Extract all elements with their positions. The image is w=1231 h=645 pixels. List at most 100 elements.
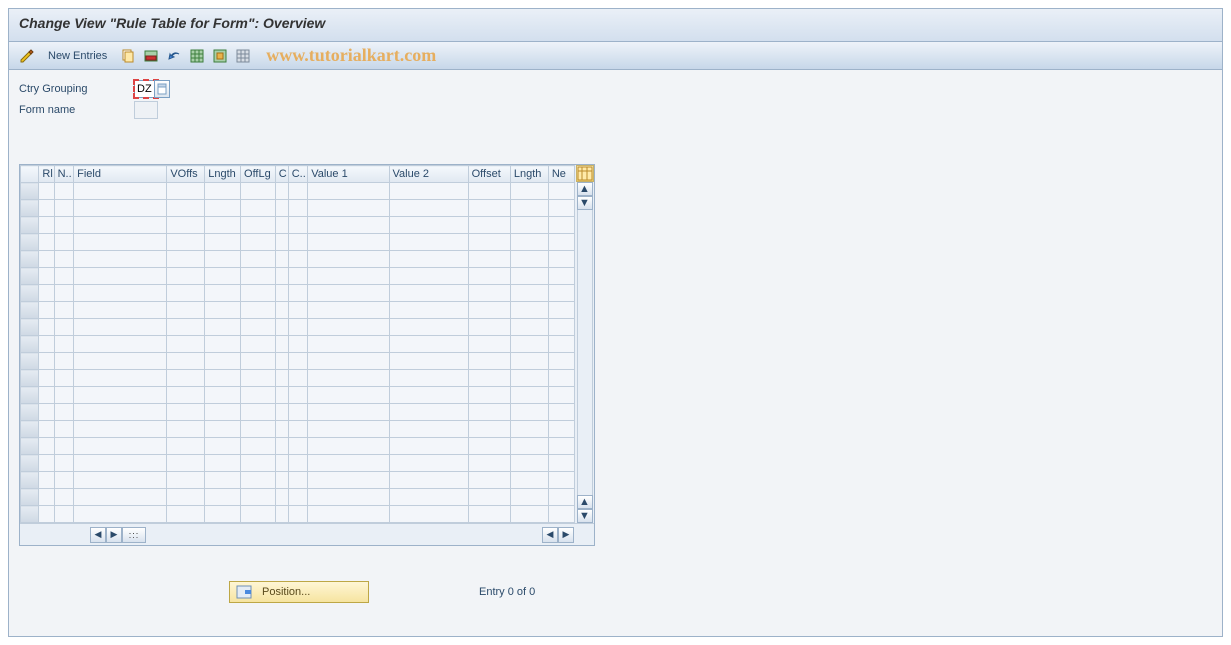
- grid-cell[interactable]: [205, 234, 241, 251]
- row-selector[interactable]: [21, 319, 39, 336]
- grid-cell[interactable]: [74, 183, 167, 200]
- grid-cell[interactable]: [167, 319, 205, 336]
- grid-cell[interactable]: [510, 183, 548, 200]
- grid-cell[interactable]: [288, 370, 308, 387]
- grid-cell[interactable]: [74, 336, 167, 353]
- grid-cell[interactable]: [39, 472, 54, 489]
- col-header[interactable]: C..: [288, 166, 308, 183]
- grid-cell[interactable]: [548, 472, 575, 489]
- grid-cell[interactable]: [548, 319, 575, 336]
- grid-cell[interactable]: [167, 268, 205, 285]
- table-settings-icon[interactable]: [576, 165, 594, 182]
- grid-cell[interactable]: [389, 370, 468, 387]
- row-selector[interactable]: [21, 302, 39, 319]
- grid-cell[interactable]: [39, 319, 54, 336]
- grid-cell[interactable]: [510, 285, 548, 302]
- grid-cell[interactable]: [308, 438, 389, 455]
- grid-cell[interactable]: [389, 285, 468, 302]
- grid-cell[interactable]: [241, 319, 276, 336]
- grid-cell[interactable]: [389, 183, 468, 200]
- grid-cell[interactable]: [167, 200, 205, 217]
- row-selector[interactable]: [21, 285, 39, 302]
- grid-cell[interactable]: [205, 336, 241, 353]
- grid-cell[interactable]: [167, 387, 205, 404]
- col-header[interactable]: C: [275, 166, 288, 183]
- grid-cell[interactable]: [389, 217, 468, 234]
- grid-cell[interactable]: [54, 268, 74, 285]
- grid-cell[interactable]: [167, 353, 205, 370]
- grid-cell[interactable]: [308, 387, 389, 404]
- scroll-up-step-icon[interactable]: ▲: [577, 495, 593, 509]
- scroll-right-icon[interactable]: ▶: [558, 527, 574, 543]
- grid-cell[interactable]: [167, 370, 205, 387]
- grid-cell[interactable]: [308, 251, 389, 268]
- grid-cell[interactable]: [54, 234, 74, 251]
- grid-cell[interactable]: [241, 421, 276, 438]
- grid-cell[interactable]: [74, 319, 167, 336]
- grid-cell[interactable]: [389, 472, 468, 489]
- grid-cell[interactable]: [74, 370, 167, 387]
- grid-cell[interactable]: [205, 285, 241, 302]
- grid-cell[interactable]: [54, 387, 74, 404]
- grid-cell[interactable]: [39, 404, 54, 421]
- grid-cell[interactable]: [275, 285, 288, 302]
- grid-cell[interactable]: [468, 489, 510, 506]
- grid-cell[interactable]: [205, 370, 241, 387]
- col-header[interactable]: Rl: [39, 166, 54, 183]
- grid-cell[interactable]: [74, 421, 167, 438]
- grid-cell[interactable]: [468, 421, 510, 438]
- grid-cell[interactable]: [468, 200, 510, 217]
- grid-cell[interactable]: [205, 421, 241, 438]
- col-header[interactable]: OffLg: [241, 166, 276, 183]
- scroll-right-step-icon[interactable]: ▶: [106, 527, 122, 543]
- grid-cell[interactable]: [389, 387, 468, 404]
- grid-cell[interactable]: [548, 302, 575, 319]
- grid-cell[interactable]: [167, 336, 205, 353]
- grid-cell[interactable]: [275, 268, 288, 285]
- grid-cell[interactable]: [167, 251, 205, 268]
- grid-cell[interactable]: [74, 404, 167, 421]
- grid-cell[interactable]: [389, 455, 468, 472]
- grid-cell[interactable]: [510, 455, 548, 472]
- row-selector[interactable]: [21, 438, 39, 455]
- grid-cell[interactable]: [308, 455, 389, 472]
- grid-cell[interactable]: [389, 319, 468, 336]
- grid-cell[interactable]: [288, 251, 308, 268]
- col-header[interactable]: Field: [74, 166, 167, 183]
- grid-cell[interactable]: [205, 319, 241, 336]
- grid-cell[interactable]: [39, 217, 54, 234]
- scroll-left-icon[interactable]: ◀: [90, 527, 106, 543]
- grid-cell[interactable]: [548, 251, 575, 268]
- grid-cell[interactable]: [308, 217, 389, 234]
- row-selector[interactable]: [21, 489, 39, 506]
- grid-cell[interactable]: [74, 217, 167, 234]
- grid-cell[interactable]: [241, 353, 276, 370]
- grid-cell[interactable]: [510, 217, 548, 234]
- grid-cell[interactable]: [548, 489, 575, 506]
- grid-cell[interactable]: [468, 285, 510, 302]
- grid-cell[interactable]: [74, 506, 167, 523]
- grid-cell[interactable]: [548, 506, 575, 523]
- grid-cell[interactable]: [74, 438, 167, 455]
- grid-cell[interactable]: [510, 472, 548, 489]
- grid-cell[interactable]: [275, 302, 288, 319]
- grid-cell[interactable]: [54, 506, 74, 523]
- grid-cell[interactable]: [389, 234, 468, 251]
- grid-cell[interactable]: [288, 472, 308, 489]
- grid-cell[interactable]: [389, 302, 468, 319]
- grid-cell[interactable]: [205, 183, 241, 200]
- grid-cell[interactable]: [510, 404, 548, 421]
- grid-cell[interactable]: [205, 302, 241, 319]
- grid-cell[interactable]: [205, 217, 241, 234]
- grid-cell[interactable]: [275, 234, 288, 251]
- grid-cell[interactable]: [308, 302, 389, 319]
- grid-cell[interactable]: [288, 489, 308, 506]
- new-entries-button[interactable]: New Entries: [40, 50, 115, 62]
- scroll-left-step-icon[interactable]: ◀: [542, 527, 558, 543]
- col-header[interactable]: Value 2: [389, 166, 468, 183]
- grid-cell[interactable]: [308, 319, 389, 336]
- grid-cell[interactable]: [389, 489, 468, 506]
- grid-cell[interactable]: [167, 438, 205, 455]
- grid-cell[interactable]: [389, 200, 468, 217]
- grid-cell[interactable]: [241, 455, 276, 472]
